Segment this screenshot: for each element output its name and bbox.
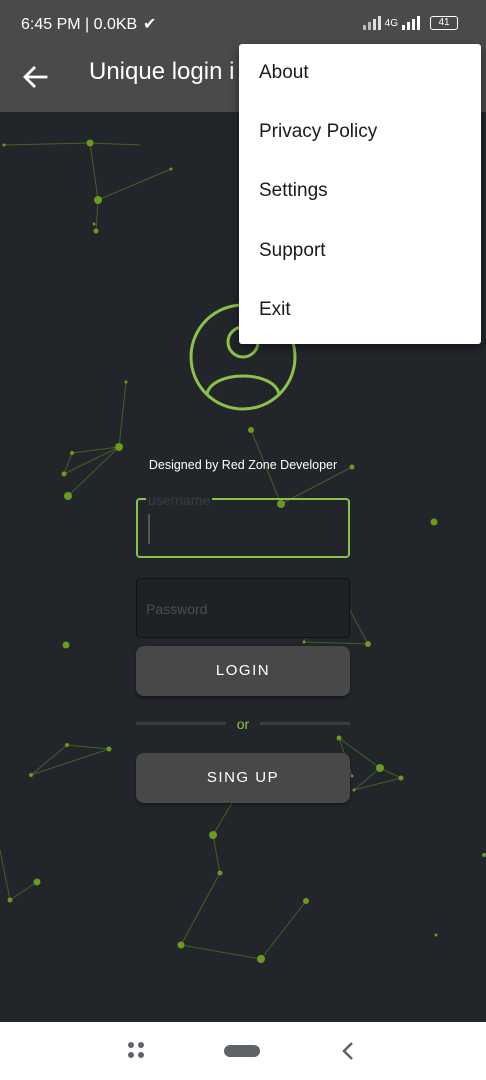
menu-item-support[interactable]: Support	[259, 240, 326, 262]
username-input[interactable]: username	[136, 492, 350, 558]
text-caret	[148, 514, 150, 544]
menu-item-about[interactable]: About	[259, 62, 309, 84]
designer-credit: Designed by Red Zone Developer	[148, 458, 338, 472]
arrow-left-icon[interactable]	[20, 62, 50, 92]
menu-item-settings[interactable]: Settings	[259, 180, 328, 202]
username-label: username	[146, 492, 213, 508]
page-title: Unique login i	[89, 58, 235, 85]
signal-icon-2	[402, 16, 420, 30]
signup-button[interactable]: SING UP	[136, 753, 350, 803]
password-placeholder: Password	[146, 601, 208, 617]
status-icons: 4G 41	[362, 16, 458, 30]
home-pill-icon[interactable]	[224, 1045, 260, 1057]
overflow-menu: About Privacy Policy Settings Support Ex…	[239, 44, 481, 344]
password-input[interactable]: Password	[136, 578, 350, 638]
status-time: 6:45 PM | 0.0KB	[21, 16, 138, 33]
check-icon: ✔	[143, 16, 157, 33]
battery-icon: 41	[430, 16, 458, 30]
divider-right	[260, 722, 350, 725]
network-type: 4G	[384, 17, 398, 29]
or-label: or	[236, 716, 250, 732]
menu-item-privacy-policy[interactable]: Privacy Policy	[259, 121, 377, 143]
system-nav-bar	[0, 1022, 486, 1080]
recents-icon[interactable]	[127, 1041, 145, 1059]
chevron-left-icon[interactable]	[338, 1040, 358, 1062]
signal-icon	[362, 16, 381, 30]
menu-item-exit[interactable]: Exit	[259, 299, 291, 321]
login-button[interactable]: LOGIN	[136, 646, 350, 696]
